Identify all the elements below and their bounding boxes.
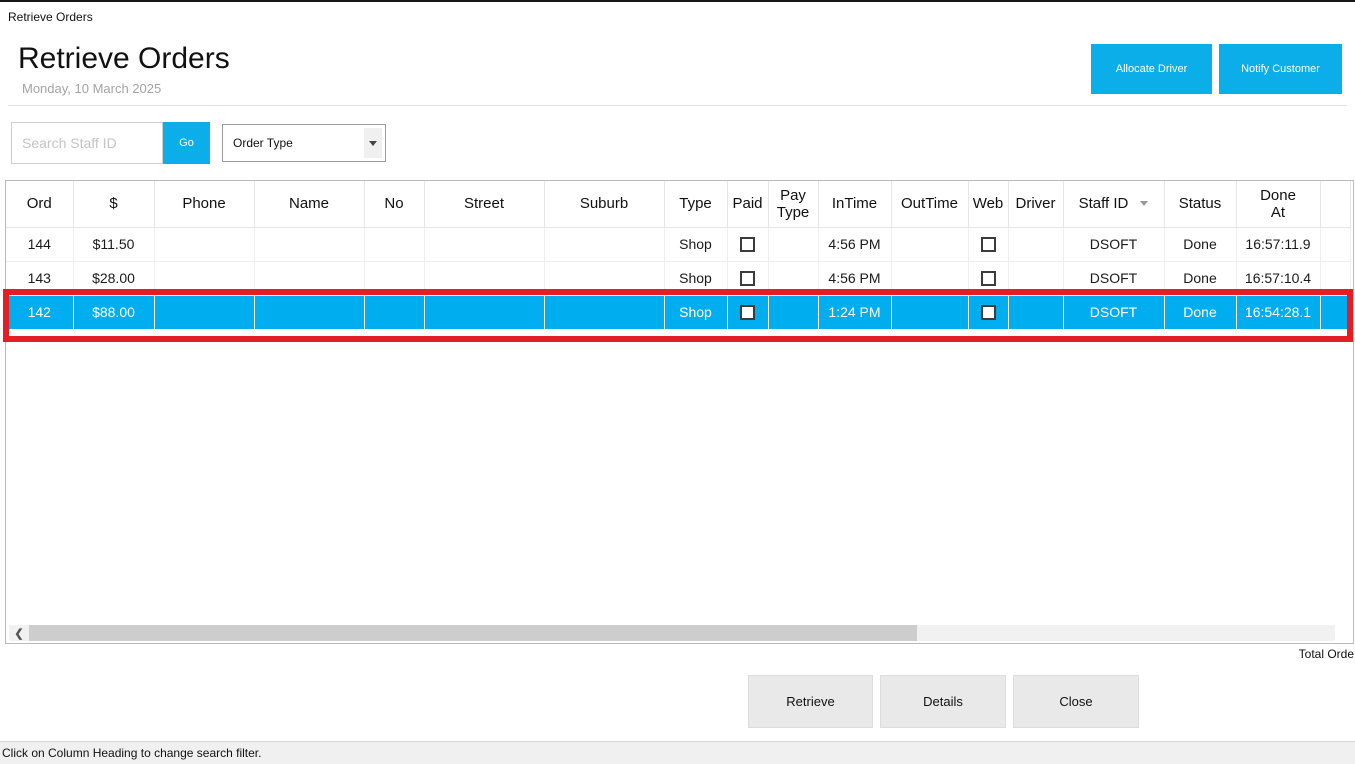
col-header-suburb[interactable]: Suburb — [544, 181, 664, 227]
details-button[interactable]: Details — [880, 675, 1006, 728]
order-row-142-selected[interactable]: 142 $88.00 Shop 1:24 PM DSOFT Done 16:54… — [6, 295, 1351, 329]
col-header-name[interactable]: Name — [254, 181, 364, 227]
col-header-driver[interactable]: Driver — [1008, 181, 1063, 227]
paid-checkbox[interactable] — [740, 305, 755, 320]
chevron-down-icon — [369, 141, 377, 146]
window-title: Retrieve Orders — [8, 10, 93, 24]
scrollbar-thumb[interactable] — [29, 625, 917, 641]
col-header-outtime[interactable]: OutTime — [891, 181, 968, 227]
col-header-intime[interactable]: InTime — [818, 181, 891, 227]
header-divider — [8, 105, 1347, 106]
retrieve-orders-window: { "window": { "title": "Retrieve Orders"… — [0, 0, 1355, 764]
paid-checkbox[interactable] — [740, 271, 755, 286]
order-row-144[interactable]: 144 $11.50 Shop 4:56 PM DSOFT Done 16:57… — [6, 227, 1351, 261]
go-button[interactable]: Go — [163, 122, 210, 164]
scroll-left-arrow-icon[interactable]: ❮ — [9, 625, 29, 641]
order-row-143[interactable]: 143 $28.00 Shop 4:56 PM DSOFT Done 16:57… — [6, 261, 1351, 295]
dropdown-arrow-button[interactable] — [364, 128, 382, 158]
sort-arrow-icon — [1140, 201, 1148, 206]
horizontal-scrollbar[interactable]: ❮ — [9, 625, 1335, 641]
page-title: Retrieve Orders — [18, 42, 230, 76]
col-header-web[interactable]: Web — [968, 181, 1008, 227]
scrollbar-track[interactable] — [917, 625, 1335, 641]
col-header-paid[interactable]: Paid — [727, 181, 768, 227]
web-checkbox[interactable] — [981, 305, 996, 320]
web-checkbox[interactable] — [981, 271, 996, 286]
col-header-done-at[interactable]: Done At — [1236, 181, 1320, 227]
col-header-street[interactable]: Street — [424, 181, 544, 227]
status-bar-message: Click on Column Heading to change search… — [2, 746, 261, 760]
col-header-amount[interactable]: $ — [73, 181, 154, 227]
order-type-dropdown[interactable]: Order Type — [222, 124, 386, 162]
header-row: Ord $ Phone Name No Street Suburb Type P… — [6, 181, 1351, 227]
paid-checkbox[interactable] — [740, 237, 755, 252]
page-date: Monday, 10 March 2025 — [22, 81, 161, 96]
col-header-phone[interactable]: Phone — [154, 181, 254, 227]
col-header-ord[interactable]: Ord — [6, 181, 73, 227]
col-header-blank[interactable] — [1320, 181, 1351, 227]
allocate-driver-button[interactable]: Allocate Driver — [1091, 44, 1212, 94]
total-orders-label: Total Orde — [1299, 647, 1354, 661]
web-checkbox[interactable] — [981, 237, 996, 252]
search-staff-id-input[interactable] — [11, 122, 163, 164]
col-header-pay-type[interactable]: Pay Type — [768, 181, 818, 227]
orders-grid: Ord $ Phone Name No Street Suburb Type P… — [5, 180, 1354, 644]
col-header-no[interactable]: No — [364, 181, 424, 227]
notify-customer-button[interactable]: Notify Customer — [1219, 44, 1342, 94]
order-type-label: Order Type — [233, 136, 293, 150]
col-header-status[interactable]: Status — [1164, 181, 1236, 227]
status-bar: Click on Column Heading to change search… — [0, 741, 1355, 764]
retrieve-button[interactable]: Retrieve — [748, 675, 873, 728]
col-header-type[interactable]: Type — [664, 181, 727, 227]
orders-table: Ord $ Phone Name No Street Suburb Type P… — [6, 181, 1351, 330]
col-header-staff-id[interactable]: Staff ID — [1063, 181, 1164, 227]
close-button[interactable]: Close — [1013, 675, 1139, 728]
